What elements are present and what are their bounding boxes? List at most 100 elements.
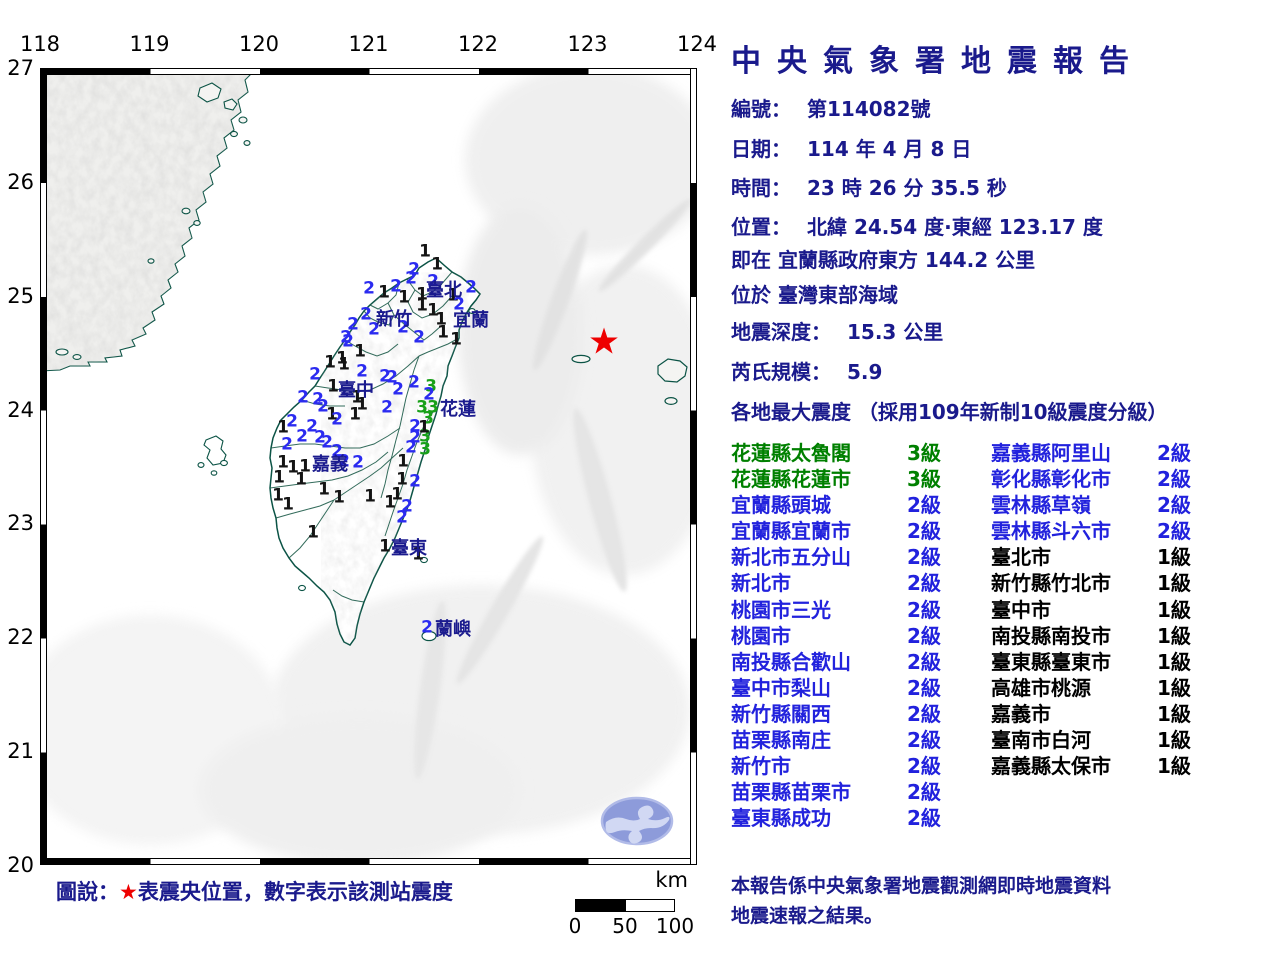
intensity-row: 臺中市梨山2級	[731, 672, 941, 698]
report-time-label: 時間：	[731, 176, 791, 200]
intensity-location: 新竹市	[731, 750, 907, 779]
lat-tick: 27	[2, 56, 34, 80]
lat-tick: 20	[2, 853, 34, 877]
intensity-row: 南投縣南投市1級	[991, 620, 1191, 646]
intensity-location: 宜蘭縣頭城	[731, 489, 907, 518]
report-magnitude-value: 5.9	[847, 360, 882, 384]
intensity-location: 苗栗縣南庄	[731, 724, 907, 753]
map-border-bottom	[40, 858, 697, 865]
legend-text: 表震央位置，數字表示該測站震度	[138, 880, 453, 904]
map-border-right	[690, 68, 697, 865]
report-relative-line: 即在 宜蘭縣政府東方 144.2 公里	[731, 244, 1035, 273]
intensity-location: 花蓮縣太魯閣	[731, 437, 907, 466]
intensity-level: 1級	[1157, 676, 1191, 700]
report-location-value: 北緯 24.54 度·東經 123.17 度	[807, 215, 1103, 239]
intensity-row: 彰化縣彰化市2級	[991, 463, 1191, 489]
intensity-row: 嘉義縣太保市1級	[991, 750, 1191, 776]
report-date-label: 日期：	[731, 137, 791, 161]
lat-tick: 22	[2, 625, 34, 649]
intensity-level: 1級	[1157, 728, 1191, 752]
report-location-label: 位置：	[731, 215, 791, 239]
intensity-row: 高雄市桃源1級	[991, 672, 1191, 698]
intensity-level: 2級	[1157, 441, 1191, 465]
intensity-location: 臺東縣成功	[731, 802, 907, 831]
intensity-row: 臺南市白河1級	[991, 724, 1191, 750]
intensity-location: 臺中市梨山	[731, 672, 907, 701]
intensity-row: 雲林縣斗六市2級	[991, 515, 1191, 541]
report-region-line: 位於 臺灣東部海域	[731, 279, 898, 308]
intensity-row: 宜蘭縣頭城2級	[731, 489, 941, 515]
lon-tick: 123	[567, 32, 607, 56]
intensity-location: 嘉義縣阿里山	[991, 437, 1157, 466]
intensity-row: 臺東縣成功2級	[731, 802, 941, 828]
report-magnitude-line: 芮氏規模： 5.9	[731, 356, 882, 385]
intensity-location: 宜蘭縣宜蘭市	[731, 515, 907, 544]
intensity-row: 嘉義市1級	[991, 698, 1191, 724]
earthquake-report-page: 1122212121121212211221222111122222111222…	[0, 0, 1280, 960]
cwa-logo	[602, 798, 672, 844]
intensity-row: 新竹縣關西2級	[731, 698, 941, 724]
page-title: 中央氣象署地震報告	[731, 36, 1145, 80]
lon-tick: 121	[348, 32, 388, 56]
scalebar-tick: 100	[656, 914, 694, 938]
intensity-level: 2級	[907, 624, 941, 648]
lon-tick: 122	[458, 32, 498, 56]
intensity-location: 新竹縣竹北市	[991, 567, 1157, 596]
intensity-level: 2級	[907, 806, 941, 830]
intensity-level: 2級	[907, 598, 941, 622]
scalebar-tick: 0	[569, 914, 582, 938]
report-magnitude-label: 芮氏規模：	[731, 360, 831, 384]
intensity-location: 新竹縣關西	[731, 698, 907, 727]
intensity-location: 臺東縣臺東市	[991, 646, 1157, 675]
intensity-location: 南投縣南投市	[991, 620, 1157, 649]
lon-tick: 118	[20, 32, 60, 56]
intensity-location: 新北市	[731, 567, 907, 596]
intensity-location: 嘉義市	[991, 698, 1157, 727]
intensity-level: 2級	[907, 676, 941, 700]
report-number-label: 編號：	[731, 97, 791, 121]
intensity-row: 雲林縣草嶺2級	[991, 489, 1191, 515]
intensity-location: 桃園市三光	[731, 594, 907, 623]
intensity-column-right: 嘉義縣阿里山2級彰化縣彰化市2級雲林縣草嶺2級雲林縣斗六市2級臺北市1級新竹縣竹…	[991, 437, 1191, 776]
lat-tick: 23	[2, 511, 34, 535]
intensity-row: 臺中市1級	[991, 594, 1191, 620]
report-depth-value: 15.3 公里	[847, 320, 943, 344]
intensity-location: 南投縣合歡山	[731, 646, 907, 675]
intensity-row: 新竹市2級	[731, 750, 941, 776]
intensity-location: 苗栗縣苗栗市	[731, 776, 907, 805]
lon-tick: 124	[677, 32, 717, 56]
intensity-location: 嘉義縣太保市	[991, 750, 1157, 779]
map-border-top	[40, 68, 697, 75]
intensity-row: 花蓮縣太魯閣3級	[731, 437, 941, 463]
intensity-level: 2級	[907, 545, 941, 569]
intensity-level: 2級	[907, 571, 941, 595]
report-location-line: 位置： 北緯 24.54 度·東經 123.17 度	[731, 211, 1103, 240]
map-legend: 圖說：★表震央位置，數字表示該測站震度	[56, 876, 453, 906]
report-depth-line: 地震深度：15.3 公里	[731, 316, 943, 345]
intensity-location: 臺南市白河	[991, 724, 1157, 753]
intensity-level: 2級	[907, 519, 941, 543]
intensity-level: 2級	[907, 650, 941, 674]
intensity-level: 2級	[907, 493, 941, 517]
intensity-row: 花蓮縣花蓮市3級	[731, 463, 941, 489]
scalebar-tick: 50	[612, 914, 637, 938]
intensity-location: 雲林縣斗六市	[991, 515, 1157, 544]
intensity-row: 宜蘭縣宜蘭市2級	[731, 515, 941, 541]
intensity-row: 新北市2級	[731, 567, 941, 593]
intensity-level: 1級	[1157, 545, 1191, 569]
intensity-row: 嘉義縣阿里山2級	[991, 437, 1191, 463]
intensity-level: 2級	[907, 728, 941, 752]
lat-tick: 26	[2, 170, 34, 194]
intensity-level: 1級	[1157, 624, 1191, 648]
intensity-level: 2級	[1157, 519, 1191, 543]
intensity-level: 2級	[907, 780, 941, 804]
intensity-location: 桃園市	[731, 620, 907, 649]
intensity-row: 桃園市2級	[731, 620, 941, 646]
map-frame	[40, 68, 697, 865]
report-date-line: 日期：114 年 4 月 8 日	[731, 133, 971, 162]
scalebar-white-segment	[625, 899, 675, 912]
intensity-location: 新北市五分山	[731, 541, 907, 570]
intensity-row: 新竹縣竹北市1級	[991, 567, 1191, 593]
scalebar-black-segment	[575, 899, 625, 912]
lon-tick: 119	[129, 32, 169, 56]
